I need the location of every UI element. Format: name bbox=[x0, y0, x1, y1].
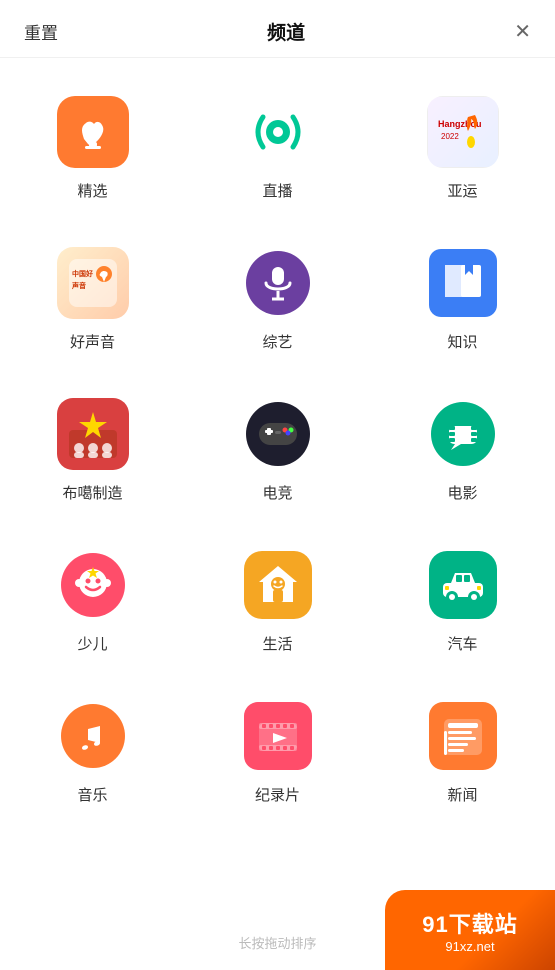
watermark-text1: 91下载站 bbox=[422, 907, 517, 939]
dianjing-label: 电竞 bbox=[262, 482, 292, 503]
channel-item-qiche[interactable]: 汽车 bbox=[370, 521, 555, 672]
xinwen-icon bbox=[427, 700, 499, 772]
jingxuan-label: 精选 bbox=[77, 180, 107, 201]
ayun-icon: Hangzhou 2022 bbox=[427, 96, 499, 168]
channel-item-dianying[interactable]: 电影 bbox=[370, 370, 555, 521]
zhibao-icon bbox=[242, 96, 314, 168]
watermark: 91下载站 91xz.net bbox=[385, 890, 555, 970]
shaoer-icon bbox=[57, 549, 129, 621]
channel-item-xinwen[interactable]: 新闻 bbox=[370, 672, 555, 823]
channel-item-shenghuo[interactable]: 生活 bbox=[185, 521, 370, 672]
channel-grid: 精选 直播 Hangzhou 2022 bbox=[0, 58, 555, 823]
channel-item-ayun[interactable]: Hangzhou 2022 亚运 bbox=[370, 68, 555, 219]
jingxuan-icon bbox=[57, 96, 129, 168]
jilupian-icon bbox=[242, 700, 314, 772]
close-button[interactable]: ✕ bbox=[514, 19, 531, 44]
dianjing-icon bbox=[242, 398, 314, 470]
buchang-icon bbox=[57, 398, 129, 470]
channel-item-zhibao[interactable]: 直播 bbox=[185, 68, 370, 219]
xinwen-label: 新闻 bbox=[447, 784, 477, 805]
channel-item-haoshengyin[interactable]: 中国好 声音 好声音 bbox=[0, 219, 185, 370]
zongyi-icon bbox=[242, 247, 314, 319]
yinyue-label: 音乐 bbox=[77, 784, 107, 805]
qiche-icon bbox=[427, 549, 499, 621]
zhishi-icon bbox=[427, 247, 499, 319]
zongyi-label: 综艺 bbox=[262, 331, 292, 352]
ayun-label: 亚运 bbox=[447, 180, 477, 201]
channel-item-shaoer[interactable]: 少儿 bbox=[0, 521, 185, 672]
watermark-text2: 91xz.net bbox=[445, 939, 494, 954]
svg-text:2022: 2022 bbox=[441, 132, 459, 141]
dianying-label: 电影 bbox=[447, 482, 477, 503]
jilupian-label: 纪录片 bbox=[255, 784, 300, 805]
zhishi-label: 知识 bbox=[447, 331, 477, 352]
qiche-label: 汽车 bbox=[447, 633, 477, 654]
reset-button[interactable]: 重置 bbox=[24, 19, 58, 44]
haoshengyin-label: 好声音 bbox=[70, 331, 115, 352]
page-title: 频道 bbox=[267, 18, 305, 45]
svg-text:中国好: 中国好 bbox=[72, 269, 93, 278]
channel-item-jingxuan[interactable]: 精选 bbox=[0, 68, 185, 219]
channel-item-jilupian[interactable]: 纪录片 bbox=[185, 672, 370, 823]
channel-item-zhishi[interactable]: 知识 bbox=[370, 219, 555, 370]
buchang-label: 布噶制造 bbox=[62, 482, 122, 503]
haoshengyin-icon: 中国好 声音 bbox=[57, 247, 129, 319]
zhibao-label: 直播 bbox=[262, 180, 292, 201]
channel-item-buchang[interactable]: 布噶制造 bbox=[0, 370, 185, 521]
shenghuo-label: 生活 bbox=[262, 633, 292, 654]
shaoer-label: 少儿 bbox=[77, 633, 107, 654]
shenghuo-icon bbox=[242, 549, 314, 621]
yinyue-icon bbox=[57, 700, 129, 772]
svg-text:声音: 声音 bbox=[71, 281, 86, 290]
channel-item-dianjing[interactable]: 电竞 bbox=[185, 370, 370, 521]
dianying-icon bbox=[427, 398, 499, 470]
channel-item-yinyue[interactable]: 音乐 bbox=[0, 672, 185, 823]
header: 重置 频道 ✕ bbox=[0, 0, 555, 58]
channel-item-zongyi[interactable]: 综艺 bbox=[185, 219, 370, 370]
